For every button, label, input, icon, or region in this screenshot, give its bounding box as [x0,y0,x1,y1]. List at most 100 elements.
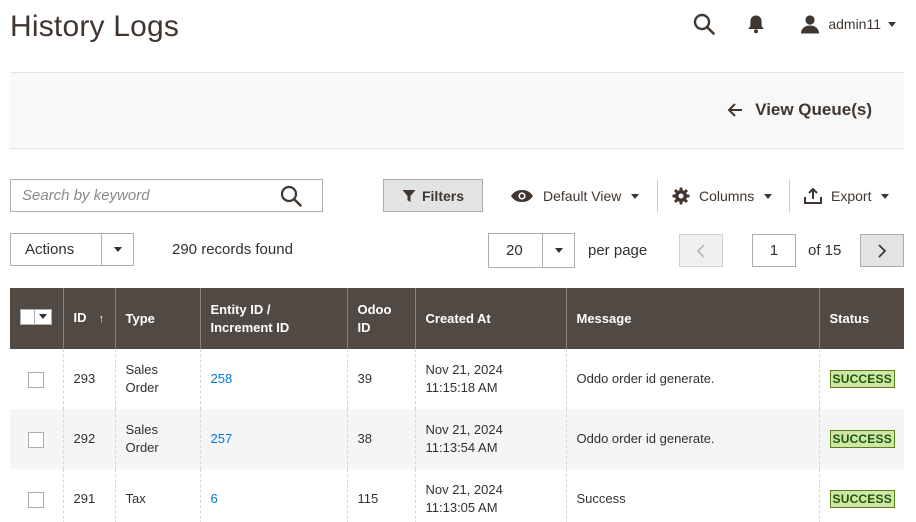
chevron-down-icon [39,314,47,319]
cell-message: Success [565,469,819,522]
default-view-dropdown[interactable]: Default View [510,180,640,212]
mass-select-control[interactable] [20,308,52,325]
col-header-created-at[interactable]: Created At [414,288,566,349]
export-dropdown[interactable]: Export [804,180,890,212]
cell-created-at: Nov 21, 2024 11:13:54 AM [414,409,566,469]
export-label: Export [831,188,872,204]
previous-page-button[interactable] [679,234,723,267]
table-row: 293 Sales Order 258 39 Nov 21, 2024 11:15:… [10,349,904,409]
chevron-down-icon [631,193,640,199]
toolbar-divider [789,180,790,212]
mass-select-header [10,288,63,349]
columns-dropdown[interactable]: Columns [672,180,773,212]
cell-id: 292 [62,409,115,469]
col-header-status[interactable]: Status [818,288,904,349]
cell-id: 291 [62,469,115,522]
col-created-label: Created At [425,310,491,326]
col-header-message[interactable]: Message [565,288,819,349]
cell-odoo-id: 39 [346,349,415,409]
cell-status: SUCCESS [818,409,904,469]
table-row: 291 Tax 6 115 Nov 21, 2024 11:13:05 AM Su… [10,469,904,522]
col-header-id[interactable]: ID ↑ [62,288,115,349]
view-queues-label: View Queue(s) [755,100,872,119]
status-badge: SUCCESS [829,490,895,508]
cell-message: Oddo order id generate. [565,349,819,409]
cell-entity-id: 257 [199,409,347,469]
col-id-label: ID [73,310,87,325]
row-select-cell [10,349,63,409]
created-date: Nov 21, 2024 [425,482,503,497]
per-page-label: per page [588,242,648,259]
sort-asc-icon: ↑ [98,313,105,325]
keyword-search [10,179,323,212]
select-all-checkbox[interactable] [21,309,35,324]
type-line-1: Sales [125,422,159,437]
cell-type: Sales Order [114,349,200,409]
next-page-button[interactable] [860,234,904,267]
row-checkbox[interactable] [28,431,44,448]
cell-type: Sales Order [114,409,200,469]
col-odoo-label-1: Odoo [357,301,392,317]
gear-icon [672,187,690,205]
cell-created-at: Nov 21, 2024 11:15:18 AM [414,349,566,409]
type-line-2: Order [125,380,159,395]
arrow-left-icon [727,103,743,117]
entity-id-link[interactable]: 258 [211,371,233,386]
chevron-down-icon [764,193,773,199]
cell-odoo-id: 38 [346,409,415,469]
filters-label: Filters [421,187,464,204]
search-input[interactable] [11,180,271,211]
chevron-down-icon [113,247,122,252]
search-icon[interactable] [280,185,302,212]
filters-button[interactable]: Filters [383,179,483,212]
header-actions: admin11 [692,10,896,38]
chevron-left-icon [696,243,705,258]
entity-id-link[interactable]: 6 [211,491,218,506]
col-message-label: Message [576,310,632,326]
table-row: 292 Sales Order 257 38 Nov 21, 2024 11:13:… [10,409,904,469]
per-page-select[interactable]: 20 [488,233,575,268]
current-page-input[interactable] [752,234,796,267]
page-title: History Logs [10,10,180,43]
col-header-entity-id[interactable]: Entity ID / Increment ID [199,288,347,349]
toolbar-divider [657,180,658,212]
mass-select-toggle[interactable] [35,309,51,324]
created-date: Nov 21, 2024 [425,362,503,377]
notifications-bell-icon[interactable] [744,12,768,36]
default-view-label: Default View [543,188,622,204]
type-line-2: Order [125,440,159,455]
status-badge: SUCCESS [829,430,895,448]
col-header-type[interactable]: Type [114,288,200,349]
chevron-down-icon [554,248,563,253]
created-time: 11:13:54 AM [425,440,498,455]
page-total: of 15 [808,242,842,259]
mass-actions-dropdown[interactable]: Actions [10,233,134,266]
actions-label: Actions [25,241,75,258]
col-type-label: Type [125,310,155,326]
global-search-icon[interactable] [692,12,716,36]
row-checkbox[interactable] [28,371,44,388]
cell-entity-id: 6 [199,469,347,522]
row-checkbox[interactable] [28,491,44,508]
col-entity-label-2: Increment ID [210,319,290,335]
status-badge: SUCCESS [829,370,895,388]
col-header-odoo-id[interactable]: Odoo ID [346,288,415,349]
chevron-right-icon [878,243,887,258]
cell-type: Tax [114,469,200,522]
actions-dropdown-toggle[interactable] [101,234,133,265]
col-odoo-label-2: ID [357,319,371,335]
per-page-value: 20 [506,242,523,259]
per-page-toggle[interactable] [542,234,574,267]
view-queues-button[interactable]: View Queue(s) [727,100,872,120]
user-name: admin11 [828,16,881,32]
columns-label: Columns [699,188,755,204]
chevron-down-icon [881,193,890,199]
export-icon [804,188,822,204]
row-select-cell [10,409,63,469]
col-status-label: Status [829,310,870,326]
entity-id-link[interactable]: 257 [211,431,233,446]
cell-odoo-id: 115 [346,469,415,522]
chevron-down-icon [888,21,896,27]
user-account-menu[interactable]: admin11 [800,14,896,34]
row-select-cell [10,469,63,522]
